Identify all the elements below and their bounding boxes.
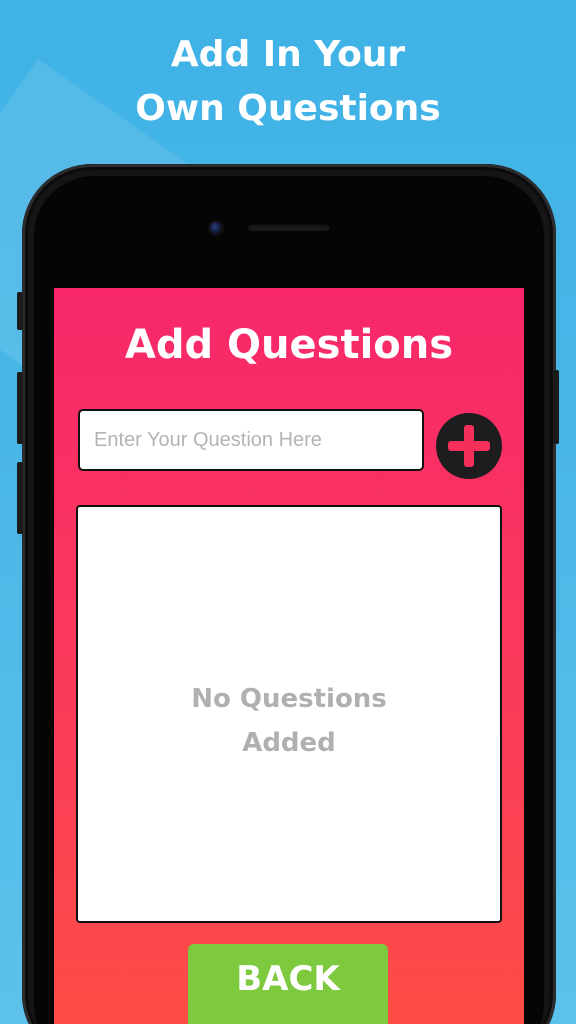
- back-button[interactable]: BACK: [188, 944, 388, 1024]
- promo-title-line-2: Own Questions: [135, 88, 441, 129]
- volume-up-button: [17, 372, 23, 444]
- front-camera-icon: [210, 222, 222, 234]
- power-button: [553, 370, 559, 444]
- empty-state-line-1: No Questions: [191, 684, 387, 714]
- earpiece-speaker: [248, 224, 330, 231]
- questions-list[interactable]: No Questions Added: [76, 505, 502, 923]
- app-screen: Add Questions No Questions Added BACK: [54, 288, 524, 1024]
- volume-down-button: [17, 462, 23, 534]
- empty-state-line-2: Added: [242, 728, 336, 758]
- empty-state-message: No Questions Added: [78, 677, 500, 765]
- mute-switch: [17, 292, 23, 330]
- promo-title-line-1: Add In Your: [170, 34, 406, 75]
- page-title: Add Questions: [124, 322, 454, 368]
- promo-title: Add In Your Own Questions: [0, 28, 576, 136]
- question-input[interactable]: [78, 409, 424, 471]
- add-question-button[interactable]: [436, 413, 502, 479]
